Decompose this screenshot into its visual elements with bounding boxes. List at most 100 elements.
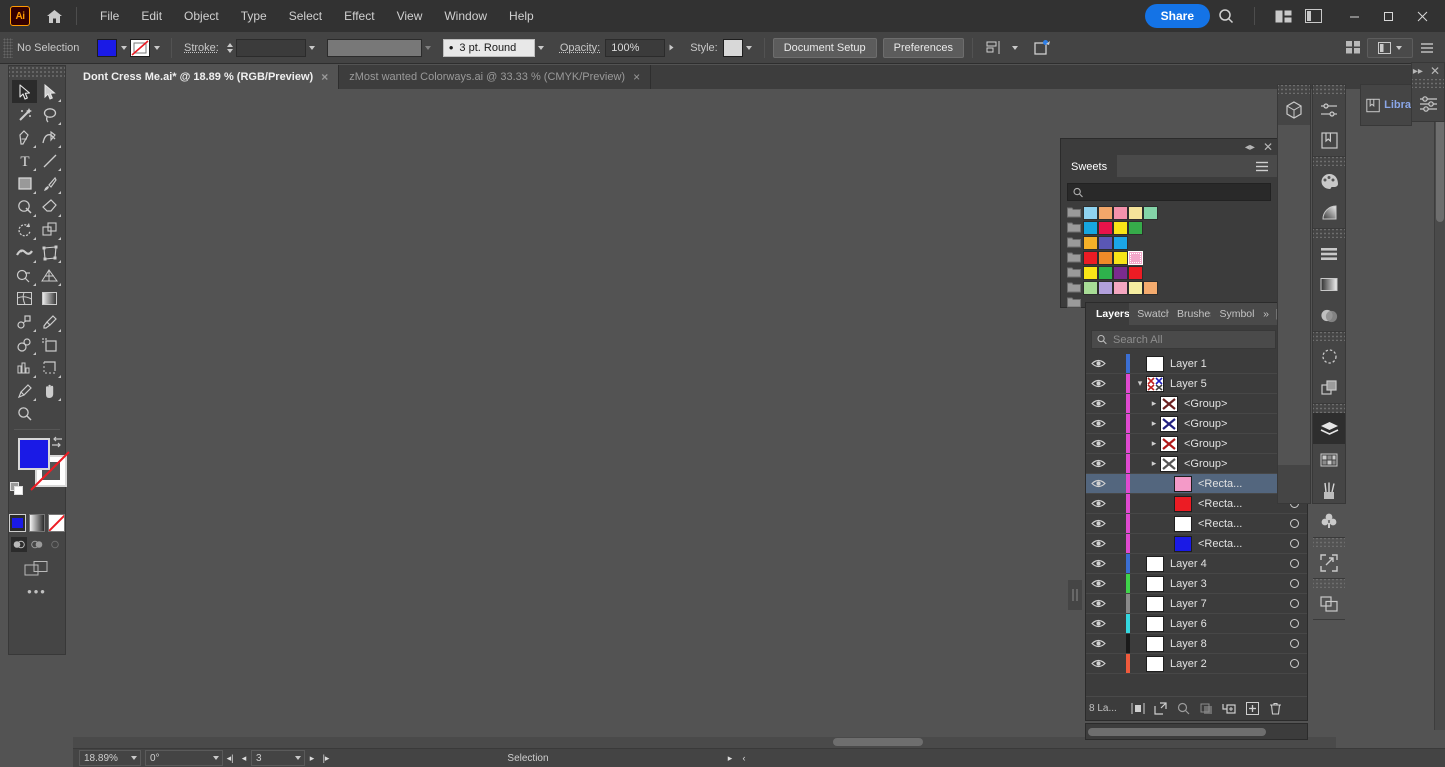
visibility-eye-icon[interactable]	[1086, 658, 1110, 669]
stroke-weight-field[interactable]	[236, 39, 306, 57]
close-button[interactable]	[1405, 1, 1439, 31]
visibility-eye-icon[interactable]	[1086, 518, 1110, 529]
opacity-flyout-caret[interactable]	[663, 41, 681, 54]
layer-name[interactable]: <Recta...	[1198, 478, 1281, 490]
layer-name[interactable]: <Group>	[1184, 418, 1281, 430]
layer-expand-arrow[interactable]: ▸	[1148, 398, 1160, 409]
layer-name[interactable]: Layer 3	[1170, 578, 1281, 590]
menu-file[interactable]: File	[89, 5, 130, 27]
layer-name[interactable]: <Group>	[1184, 438, 1281, 450]
fill-dropdown-caret[interactable]	[117, 39, 130, 57]
locate-object-icon[interactable]	[1127, 699, 1148, 719]
brush-definition-caret[interactable]	[535, 39, 548, 57]
color-swatch[interactable]	[1083, 221, 1098, 235]
arrange-documents-icon[interactable]	[1269, 2, 1297, 30]
layer-row[interactable]: <Recta...	[1086, 514, 1307, 534]
expand-panel-icon[interactable]: ▸▸	[1413, 66, 1423, 77]
layer-row[interactable]: ▾Layer 5	[1086, 374, 1307, 394]
libraries-panel-tab[interactable]: Libra	[1360, 84, 1412, 126]
minimize-button[interactable]	[1337, 1, 1371, 31]
asset-export-icon[interactable]	[1313, 547, 1345, 578]
layer-name[interactable]: <Recta...	[1198, 538, 1281, 550]
sweets-search-box[interactable]	[1067, 183, 1271, 201]
maximize-button[interactable]	[1371, 1, 1405, 31]
collapse-panel-icon[interactable]: ◂▸	[1245, 142, 1255, 153]
visibility-eye-icon[interactable]	[1086, 378, 1110, 389]
rotate-tool[interactable]	[12, 218, 37, 241]
hand-tool[interactable]	[37, 379, 62, 402]
align-icon[interactable]	[1313, 238, 1345, 269]
swatch-folder-icon[interactable]	[1067, 251, 1081, 264]
canvas-vertical-scrollbar[interactable]	[1434, 89, 1445, 730]
graphic-style-swatch[interactable]	[723, 39, 743, 57]
first-artboard-icon[interactable]: ◂|	[223, 750, 237, 766]
document-setup-button[interactable]: Document Setup	[773, 38, 877, 58]
find-icon[interactable]	[1173, 699, 1194, 719]
scale-tool[interactable]	[37, 218, 62, 241]
horizontal-scroll-thumb[interactable]	[833, 738, 923, 746]
align-objects-icon[interactable]	[981, 34, 1009, 62]
make-clipping-mask-icon[interactable]	[1196, 699, 1217, 719]
swatch-folder-icon[interactable]	[1067, 266, 1081, 279]
rectangle-tool[interactable]	[12, 172, 37, 195]
layers-search-box[interactable]	[1091, 330, 1276, 349]
color-swatch[interactable]	[1113, 251, 1128, 265]
search-icon[interactable]	[1212, 2, 1240, 30]
color-swatch[interactable]	[1083, 236, 1098, 250]
magic-wand-tool[interactable]	[12, 103, 37, 126]
layer-row[interactable]: Layer 8	[1086, 634, 1307, 654]
slice-select-tool[interactable]	[12, 379, 37, 402]
zoom-tool[interactable]	[12, 402, 37, 425]
tab-symbols[interactable]: Symbols	[1211, 303, 1255, 325]
menu-edit[interactable]: Edit	[130, 5, 173, 27]
visibility-eye-icon[interactable]	[1086, 598, 1110, 609]
color-swatch[interactable]	[1113, 236, 1128, 250]
layer-name[interactable]: Layer 5	[1170, 378, 1281, 390]
dock-group-grip[interactable]	[1313, 229, 1345, 238]
menu-type[interactable]: Type	[230, 5, 278, 27]
gradient-icon[interactable]	[1313, 269, 1345, 300]
menu-help[interactable]: Help	[498, 5, 545, 27]
color-swatch[interactable]	[1113, 206, 1128, 220]
home-icon[interactable]	[44, 6, 64, 26]
layer-name[interactable]: Layer 6	[1170, 618, 1281, 630]
color-swatch[interactable]	[1098, 266, 1113, 280]
libraries-icon[interactable]	[1313, 125, 1345, 156]
paintbrush-tool[interactable]	[37, 172, 62, 195]
last-artboard-icon[interactable]: |▸	[319, 750, 333, 766]
tab-brushes[interactable]: Brushes	[1169, 303, 1211, 325]
draw-normal-icon[interactable]	[11, 537, 27, 552]
color-guide-icon[interactable]	[1313, 197, 1345, 228]
color-swatch[interactable]	[1083, 281, 1098, 295]
color-swatch[interactable]	[1113, 221, 1128, 235]
layer-row[interactable]: ▸<Group>	[1086, 394, 1307, 414]
visibility-eye-icon[interactable]	[1086, 538, 1110, 549]
fill-color-box[interactable]	[18, 438, 50, 470]
layer-name[interactable]: Layer 8	[1170, 638, 1281, 650]
control-bar-grip[interactable]	[3, 38, 13, 58]
layer-row[interactable]: ▸<Group>	[1086, 454, 1307, 474]
visibility-eye-icon[interactable]	[1086, 418, 1110, 429]
color-swatch[interactable]	[1098, 236, 1113, 250]
zoom-level-caret[interactable]	[127, 749, 140, 767]
layer-name[interactable]: Layer 7	[1170, 598, 1281, 610]
layer-expand-arrow[interactable]: ▸	[1148, 418, 1160, 429]
visibility-eye-icon[interactable]	[1086, 478, 1110, 489]
release-to-layers-icon[interactable]	[1150, 699, 1171, 719]
workspace-grid-icon[interactable]	[1339, 34, 1367, 62]
eyedropper-tool[interactable]	[37, 310, 62, 333]
layer-row[interactable]: Layer 4	[1086, 554, 1307, 574]
visibility-eye-icon[interactable]	[1086, 558, 1110, 569]
tools-panel-grip[interactable]	[9, 66, 65, 78]
close-panel-icon[interactable]: ✕	[1263, 140, 1273, 154]
target-indicator[interactable]	[1281, 559, 1307, 568]
layers-search-input[interactable]	[1113, 334, 1270, 346]
layer-row[interactable]: <Recta...	[1086, 474, 1307, 494]
layers-h-scroll-thumb[interactable]	[1088, 728, 1266, 736]
status-resize-icon[interactable]: ‹	[737, 750, 751, 766]
edit-toolbar-icon[interactable]: •••	[9, 584, 65, 599]
stroke-weight-caret[interactable]	[306, 39, 319, 57]
width-tool[interactable]	[12, 241, 37, 264]
delete-selection-icon[interactable]	[1265, 699, 1286, 719]
color-swatch[interactable]	[1083, 206, 1098, 220]
